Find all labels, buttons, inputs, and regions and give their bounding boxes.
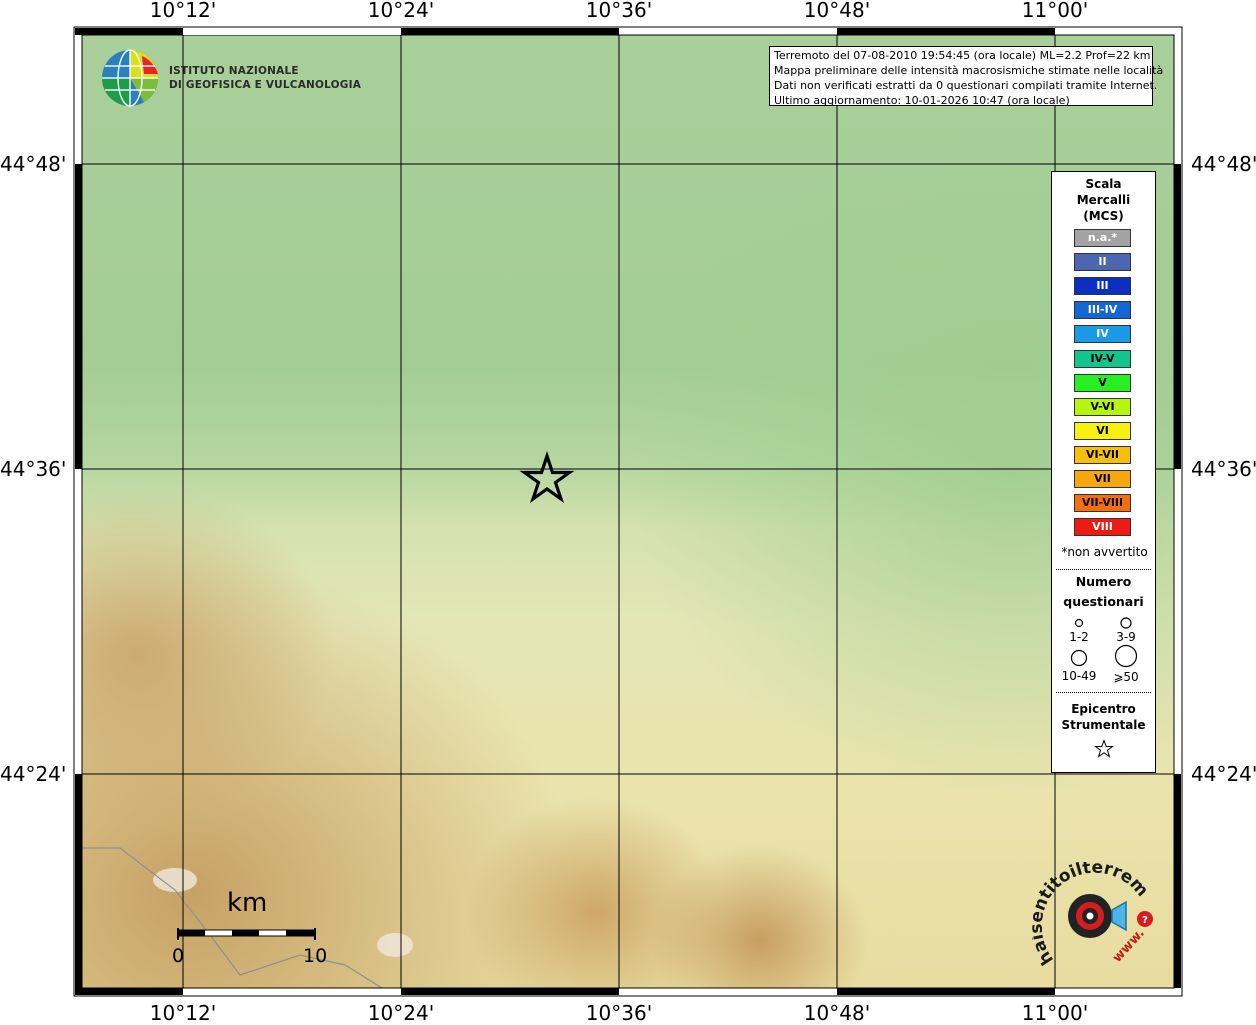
lat-label-right: 44°48' — [1191, 152, 1256, 176]
scale-bar — [177, 928, 316, 940]
lat-label-left: 44°24' — [0, 762, 67, 786]
logo-line-2: DI GEOFISICA E VULCANOLOGIA — [169, 79, 362, 91]
intensity-swatch: VI — [1074, 421, 1131, 440]
legend-title: Mercalli — [1076, 193, 1131, 207]
lon-label-bottom: 10°12' — [149, 1001, 217, 1025]
intensity-swatch: V-VI — [1074, 397, 1131, 416]
lon-label-top: 10°48' — [803, 0, 871, 22]
count-title: questionari — [1063, 594, 1144, 609]
event-info-line: Mappa preliminare delle intensità macros… — [774, 64, 1164, 77]
lon-label-bottom: 10°48' — [803, 1001, 871, 1025]
circle-10-49 — [1070, 649, 1088, 667]
lon-label-top: 11°00' — [1021, 0, 1089, 22]
count-label: 10-49 — [1061, 669, 1097, 683]
intensity-swatch: VIII — [1074, 518, 1131, 537]
ingv-logo-text: ISTITUTO NAZIONALE DI GEOFISICA E VULCAN… — [169, 64, 361, 92]
lat-label-left: 44°48' — [0, 152, 67, 176]
intensity-swatch: III-IV — [1074, 301, 1131, 320]
event-info-line: Ultimo aggiornamento: 10-01-2026 10:47 (… — [774, 94, 1070, 107]
intensity-swatch: VII-VIII — [1074, 494, 1131, 513]
lon-label-top: 10°36' — [585, 0, 653, 22]
scale-bar-end: 10 — [303, 945, 328, 967]
intensity-legend: Scala Mercalli (MCS) n.a.* II III III-IV IV I… — [1051, 171, 1156, 773]
intensity-swatch: n.a.* — [1074, 229, 1131, 247]
lat-label-right: 44°24' — [1191, 762, 1256, 786]
legend-title: Scala — [1085, 177, 1122, 191]
epicenter-title: Epicentro — [1071, 702, 1136, 716]
lon-label-bottom: 10°36' — [585, 1001, 653, 1025]
count-label: 3-9 — [1116, 630, 1136, 644]
lon-label-bottom: 10°24' — [367, 1001, 435, 1025]
haisentito-logo: ? haisentitoilterremoto.it www. — [1032, 862, 1153, 968]
epicenter-title: Strumentale — [1061, 718, 1146, 732]
count-label: 1-2 — [1069, 630, 1089, 644]
lat-label-left: 44°36' — [0, 457, 67, 481]
event-info-line: Dati non verificati estratti da 0 questi… — [774, 79, 1158, 92]
event-info-line: Terremoto del 07-08-2010 19:54:45 (ora l… — [774, 49, 1151, 62]
svg-text:?: ? — [1142, 915, 1148, 926]
intensity-swatch: V — [1074, 373, 1131, 392]
ingv-globe-logo — [102, 49, 158, 107]
not-felt-note: *non avvertito — [1061, 545, 1148, 559]
intensity-swatch: IV-V — [1074, 349, 1131, 368]
circle-50 — [1114, 644, 1138, 668]
count-label: ⩾50 — [1113, 670, 1139, 684]
lon-label-top: 10°24' — [367, 0, 435, 22]
lon-label-bottom: 11°00' — [1021, 1001, 1089, 1025]
epicenter-star-icon — [1094, 739, 1114, 758]
intensity-swatch: VI-VII — [1074, 445, 1131, 464]
watermark-sub: www. — [1110, 926, 1148, 966]
lon-label-top: 10°12' — [149, 0, 217, 22]
scale-bar-unit: km — [227, 888, 268, 918]
event-info-box: Terremoto del 07-08-2010 19:54:45 (ora l… — [769, 46, 1164, 107]
circle-3-9 — [1120, 617, 1132, 629]
intensity-swatch: IV — [1074, 325, 1131, 344]
scale-bar-start: 0 — [172, 945, 185, 967]
intensity-swatch: VII — [1074, 470, 1131, 488]
intensity-swatch: III — [1074, 277, 1131, 296]
logo-line-1: ISTITUTO NAZIONALE — [169, 65, 299, 77]
legend-title: (MCS) — [1083, 209, 1124, 223]
circle-1-2 — [1074, 618, 1084, 628]
intensity-swatch: II — [1074, 253, 1131, 272]
lat-label-right: 44°36' — [1191, 457, 1256, 481]
count-title: Numero — [1075, 574, 1132, 589]
